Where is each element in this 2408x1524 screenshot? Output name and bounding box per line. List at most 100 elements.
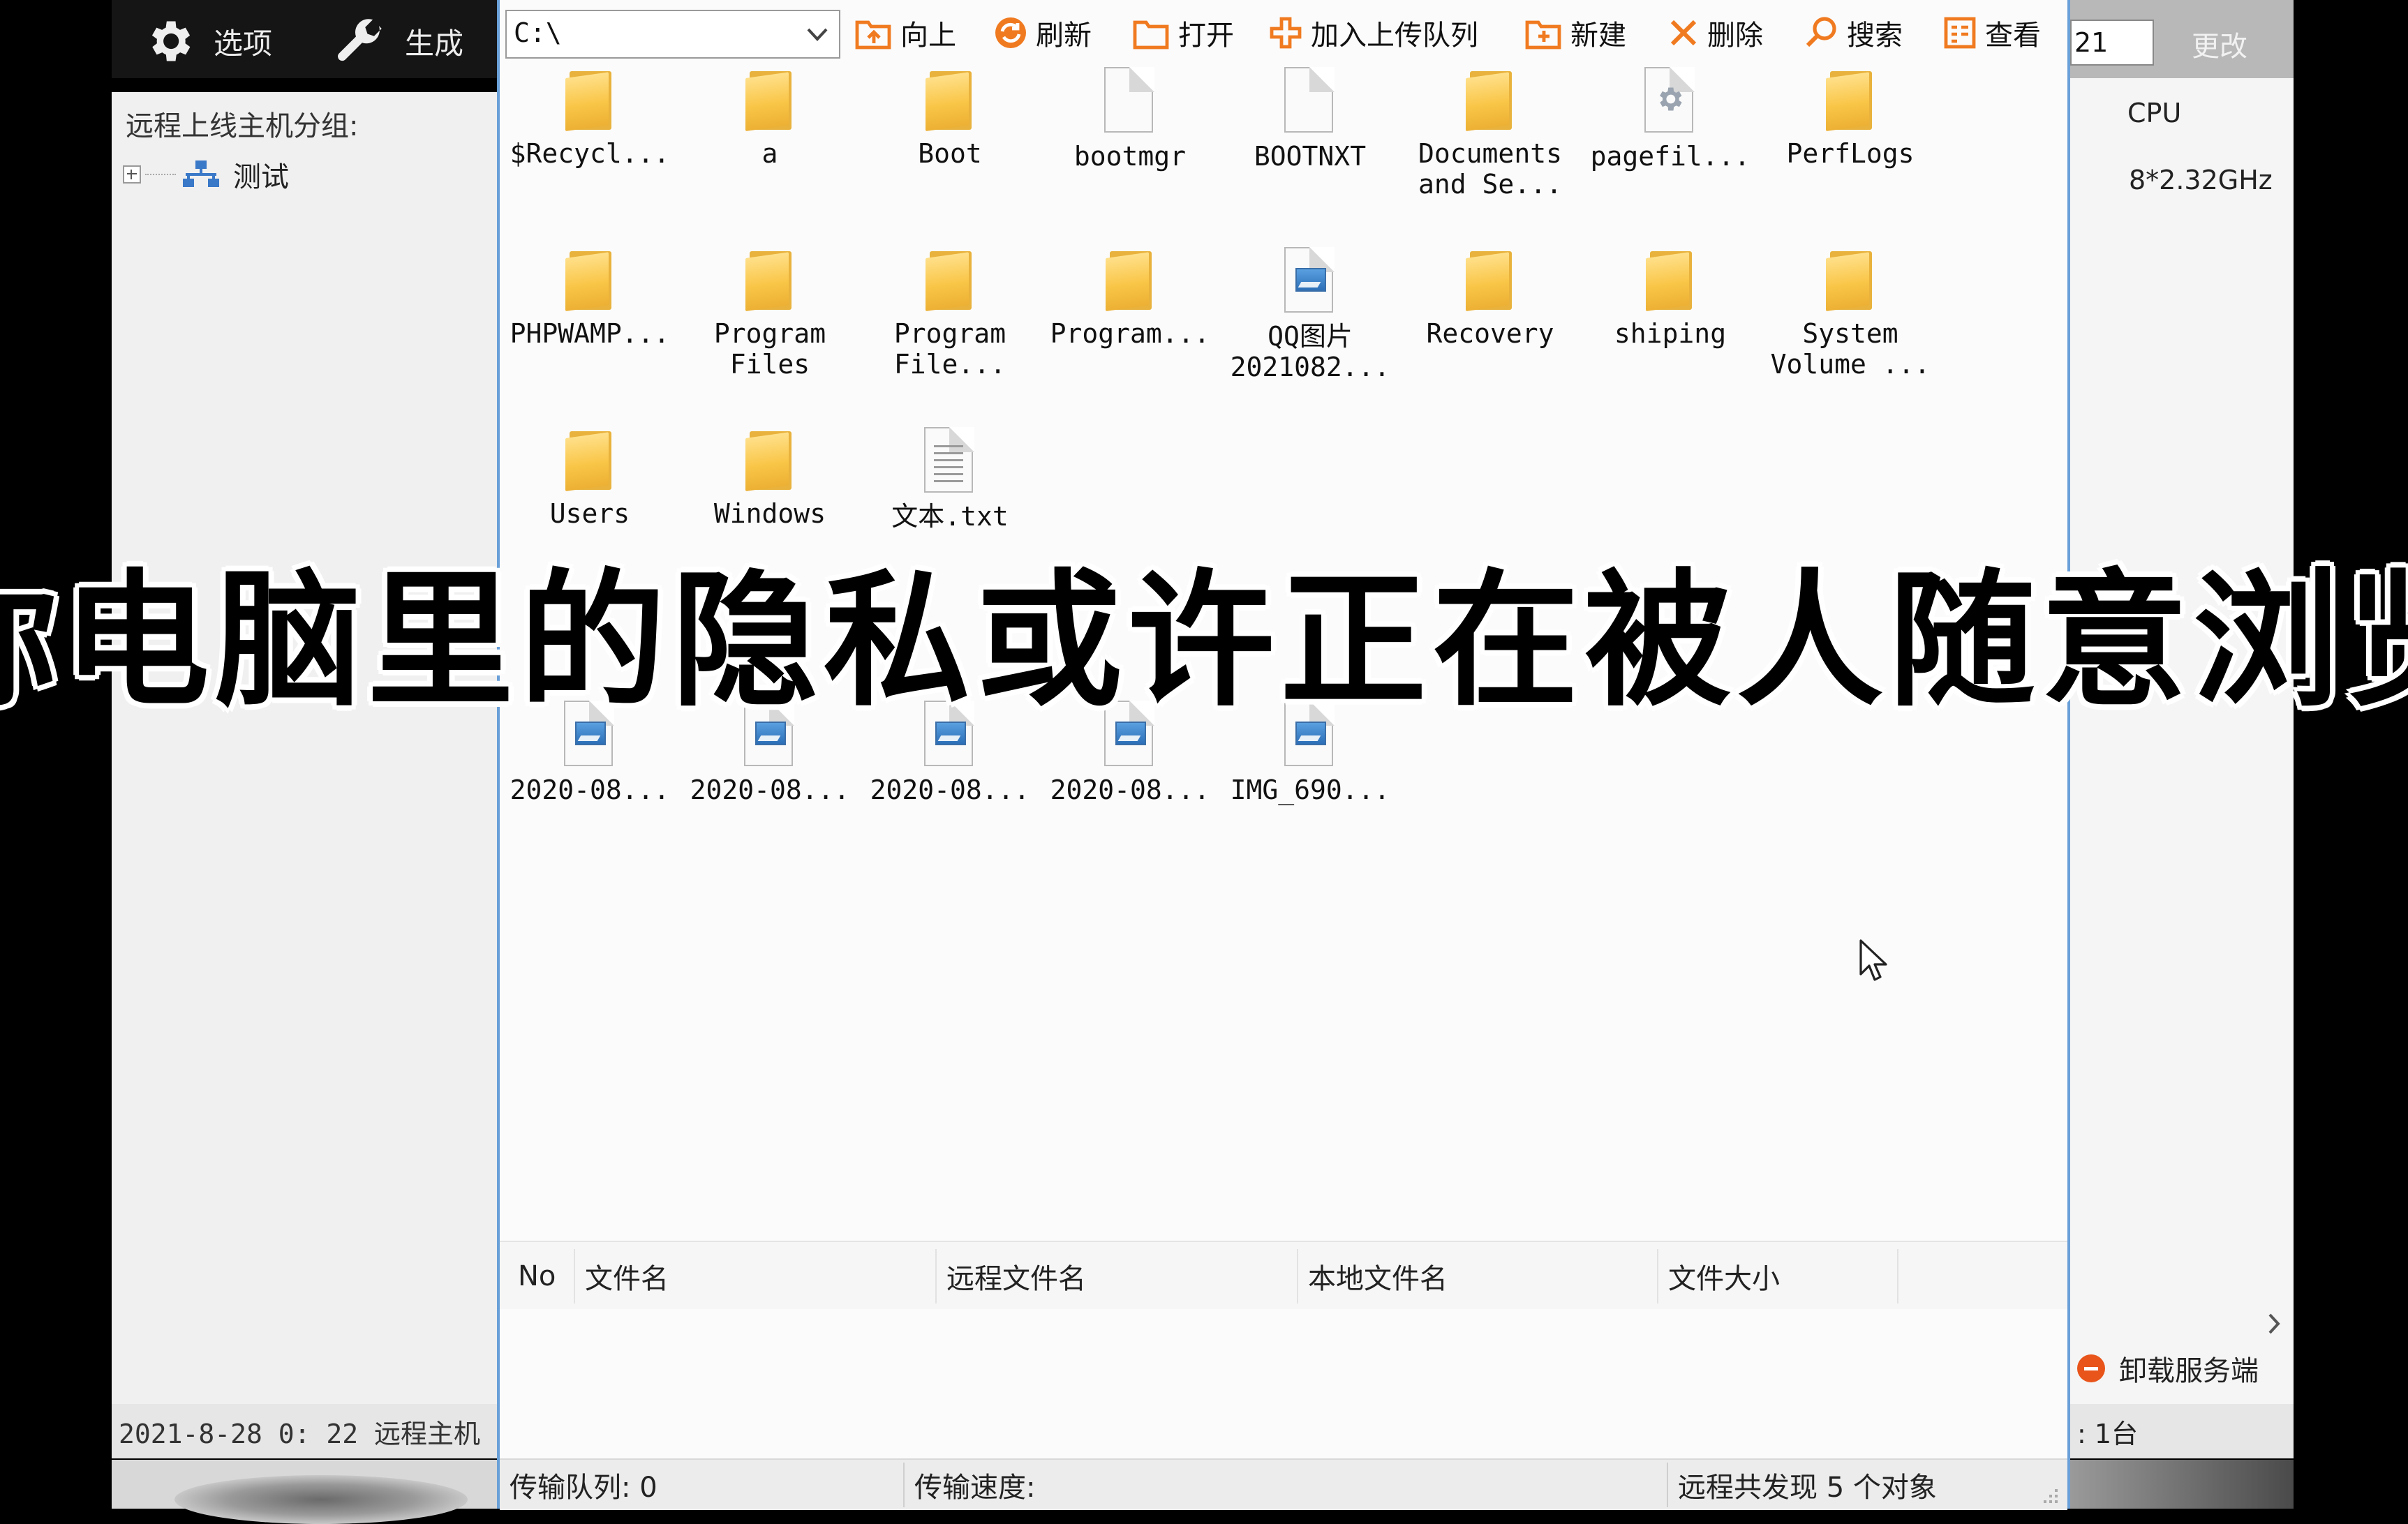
- column-remote-filename-label: 远程文件名: [946, 1263, 1086, 1295]
- folder-icon: [1466, 247, 1515, 311]
- column-filesize[interactable]: 文件大小: [1658, 1249, 1898, 1303]
- search-icon: [1806, 17, 1836, 47]
- change-button[interactable]: 更改: [2192, 24, 2247, 64]
- host-info-panel: [2070, 78, 2294, 1404]
- upload-queue-button[interactable]: 加入上传队列: [1268, 10, 1478, 56]
- column-remote-filename[interactable]: 远程文件名: [937, 1249, 1298, 1303]
- video-caption: 你电脑里的隐私或许正在被人随意浏览: [0, 555, 2408, 726]
- file-item[interactable]: $Recycl...: [500, 67, 680, 169]
- desktop-preview: [112, 1460, 497, 1524]
- file-item[interactable]: pagefil...: [1580, 67, 1760, 172]
- view-icon: [1944, 17, 1976, 49]
- column-local-filename[interactable]: 本地文件名: [1298, 1249, 1658, 1303]
- folder-icon: [565, 247, 614, 311]
- file-item[interactable]: BOOTNXT: [1220, 67, 1400, 172]
- wrench-icon: [338, 19, 382, 61]
- file-item[interactable]: Program File...: [860, 247, 1040, 380]
- folder-icon: [1826, 67, 1875, 131]
- file-item[interactable]: Users: [500, 427, 680, 529]
- build-button[interactable]: 生成: [334, 10, 463, 73]
- cpu-column-header: CPU: [2127, 98, 2182, 128]
- file-item[interactable]: a: [680, 67, 860, 169]
- search-label: 搜索: [1847, 20, 1903, 52]
- up-button[interactable]: 向上: [854, 10, 956, 56]
- text-file-icon: [924, 427, 976, 494]
- upload-queue-label: 加入上传队列: [1311, 20, 1478, 52]
- file-name: Program File...: [893, 318, 1006, 380]
- column-no-label: No: [518, 1260, 556, 1292]
- new-button[interactable]: 新建: [1524, 10, 1626, 56]
- file-item[interactable]: QQ图片 2021082...: [1220, 247, 1400, 382]
- chevron-down-icon[interactable]: [805, 25, 829, 43]
- up-label: 向上: [900, 20, 956, 52]
- folder-up-icon: [855, 20, 891, 50]
- add-icon: [1270, 17, 1302, 49]
- resize-grip-icon[interactable]: [2039, 1485, 2060, 1506]
- path-combobox[interactable]: C:\: [505, 10, 840, 59]
- file-name: PerfLogs: [1786, 138, 1915, 169]
- unload-server-button[interactable]: 卸载服务端: [2077, 1348, 2259, 1389]
- search-button[interactable]: 搜索: [1804, 10, 1903, 56]
- folder-icon: [926, 247, 974, 311]
- chevron-right-icon[interactable]: [2266, 1312, 2282, 1336]
- column-filename[interactable]: 文件名: [575, 1249, 937, 1303]
- folder-icon: [565, 67, 614, 131]
- file-name: System Volume ...: [1770, 318, 1931, 380]
- image-file-icon: [1284, 247, 1336, 314]
- file-item[interactable]: Program Files: [680, 247, 860, 380]
- file-item[interactable]: shiping: [1580, 247, 1760, 349]
- file-icon: [1104, 67, 1156, 134]
- file-name: pagefil...: [1590, 141, 1751, 172]
- host-group-panel: [112, 92, 497, 1404]
- file-item[interactable]: PHPWAMP...: [500, 247, 680, 349]
- expand-icon[interactable]: [123, 165, 141, 184]
- file-item[interactable]: Documents and Se...: [1400, 67, 1580, 200]
- delete-button[interactable]: 删除: [1667, 10, 1763, 56]
- cpu-value: 8*2.32GHz: [2129, 165, 2273, 195]
- desktop-preview-right: [2070, 1460, 2294, 1509]
- file-item[interactable]: 文本.txt: [860, 427, 1040, 532]
- column-filesize-label: 文件大小: [1668, 1263, 1780, 1295]
- folder-open-icon: [1133, 20, 1169, 50]
- file-name: Documents and Se...: [1418, 138, 1562, 200]
- file-item[interactable]: Program...: [1040, 247, 1220, 349]
- file-item[interactable]: Windows: [680, 427, 860, 529]
- transfer-speed-text: 传输速度:: [914, 1472, 1036, 1504]
- file-name: Program...: [1050, 318, 1210, 349]
- path-value: C:\: [514, 17, 562, 48]
- port-input[interactable]: 21: [2070, 20, 2154, 66]
- new-folder-icon: [1525, 20, 1561, 50]
- gear-icon: [151, 21, 191, 61]
- folder-icon: [1826, 247, 1875, 311]
- column-filename-label: 文件名: [585, 1263, 669, 1295]
- folder-icon: [745, 427, 794, 491]
- build-label: 生成: [405, 26, 464, 61]
- options-button[interactable]: 选项: [142, 10, 272, 73]
- file-name: a: [761, 138, 778, 169]
- refresh-button[interactable]: 刷新: [993, 10, 1092, 56]
- tree-item-test[interactable]: 测试: [123, 155, 289, 194]
- host-count-status: : 1台: [2070, 1404, 2294, 1458]
- column-no[interactable]: No: [508, 1249, 575, 1303]
- file-name: Boot: [918, 138, 982, 169]
- file-item[interactable]: Recovery: [1400, 247, 1580, 349]
- file-name: BOOTNXT: [1254, 141, 1367, 172]
- options-label: 选项: [214, 26, 273, 61]
- folder-icon: [745, 67, 794, 131]
- new-label: 新建: [1570, 20, 1626, 52]
- delete-icon: [1670, 20, 1697, 46]
- file-item[interactable]: PerfLogs: [1760, 67, 1940, 169]
- file-name: 2020-08...: [690, 775, 850, 805]
- file-item[interactable]: Boot: [860, 67, 1040, 169]
- file-item[interactable]: System Volume ...: [1760, 247, 1940, 380]
- host-status-bar: 2021-8-28 0: 22 远程主机: [112, 1404, 497, 1458]
- found-objects-text: 远程共发现 5 个对象: [1678, 1472, 1937, 1504]
- transfer-queue-status: 传输队列: 0: [500, 1463, 905, 1507]
- folder-icon: [1646, 247, 1695, 311]
- view-button[interactable]: 查看: [1942, 10, 2041, 56]
- open-button[interactable]: 打开: [1132, 10, 1234, 56]
- folder-icon: [1106, 247, 1154, 311]
- system-file-icon: [1644, 67, 1696, 134]
- file-item[interactable]: bootmgr: [1040, 67, 1220, 172]
- transfer-speed-status: 传输速度:: [905, 1463, 1668, 1507]
